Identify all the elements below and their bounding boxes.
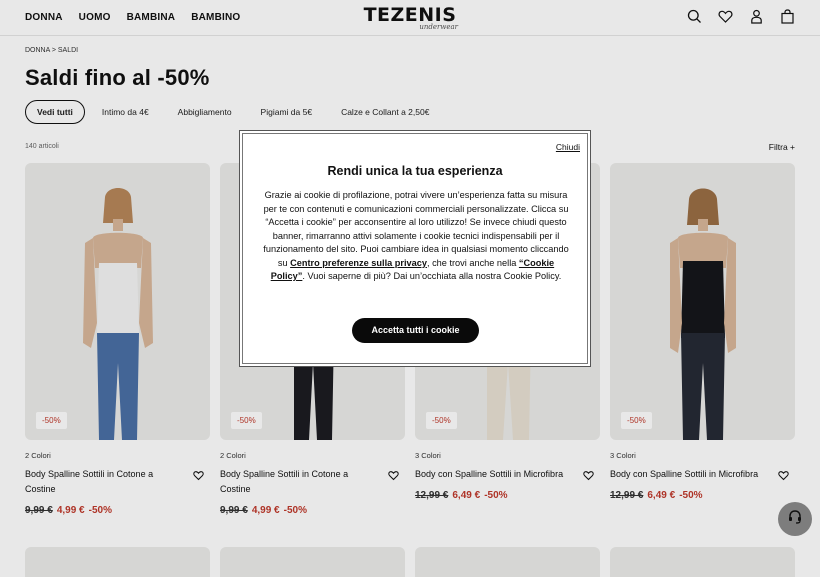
privacy-center-link[interactable]: Centro preferenze sulla privacy (290, 258, 427, 268)
body-text: Grazie ai cookie di profilazione, potrai… (263, 190, 569, 268)
cookie-consent-dialog: Chiudi Rendi unica la tua esperienza Gra… (239, 130, 591, 367)
body-text: . Vuoi saperne di più? Dai un’occhiata a… (302, 271, 562, 281)
body-text: , che trovi anche nella (426, 257, 519, 268)
close-button[interactable]: Chiudi (556, 142, 580, 152)
accept-cookies-button[interactable]: Accetta tutti i cookie (352, 318, 479, 343)
dialog-title: Rendi unica la tua esperienza (327, 164, 503, 178)
dialog-body: Grazie ai cookie di profilazione, potrai… (260, 189, 572, 284)
